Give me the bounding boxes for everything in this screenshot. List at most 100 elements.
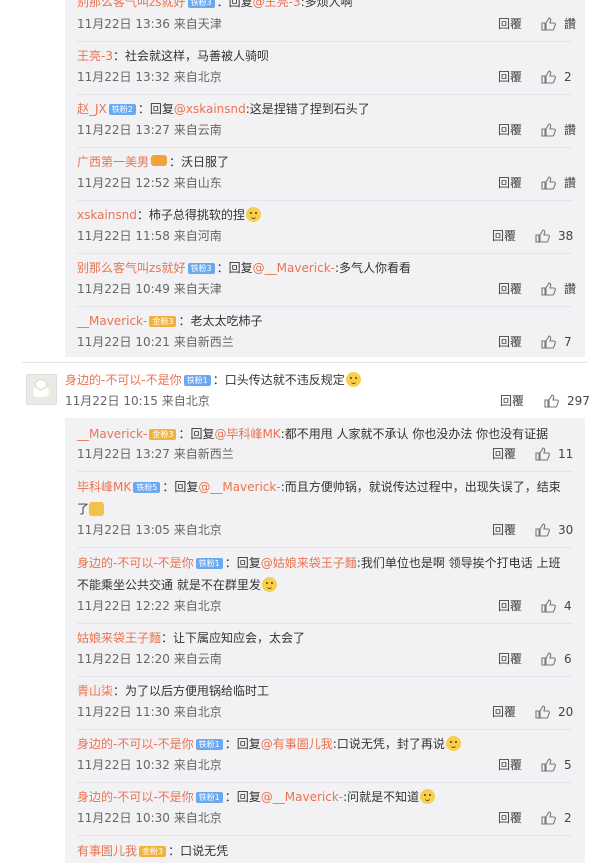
like-button[interactable]: 讚 <box>541 281 576 297</box>
like-button[interactable]: 20 <box>535 704 573 720</box>
reply-text: :而且方便帅锅，就说传达过程中，出现失误了，结束 <box>280 480 561 494</box>
mention-link[interactable]: @__Maverick- <box>261 790 343 804</box>
mention-link[interactable]: @__Maverick- <box>198 480 280 494</box>
divider <box>77 676 572 677</box>
reply-button[interactable]: 回覆 <box>498 757 522 773</box>
like-button[interactable]: 5 <box>541 757 572 773</box>
like-button[interactable]: 11 <box>535 446 573 462</box>
username-link[interactable]: 别那么客气叫zs就好 <box>77 261 186 275</box>
divider <box>77 94 572 95</box>
divider <box>77 471 572 472</box>
like-button[interactable]: 2 <box>541 810 572 826</box>
thumb-up-icon <box>544 394 559 408</box>
thumb-up-icon <box>541 335 556 349</box>
reply-button[interactable]: 回覆 <box>492 228 516 244</box>
divider <box>77 547 572 548</box>
like-count: 6 <box>564 652 572 666</box>
fan-badge: 铁粉2 <box>108 104 136 115</box>
like-button[interactable]: 讚 <box>541 122 576 138</box>
mention-link[interactable]: @__Maverick- <box>253 261 335 275</box>
reply-button[interactable]: 回覆 <box>498 122 522 138</box>
reply-button[interactable]: 回覆 <box>498 175 522 191</box>
username-link[interactable]: 赵_JX <box>77 102 107 116</box>
timestamp: 11月22日 13:32 来自北京 <box>77 70 222 84</box>
username-link[interactable]: 青山柒 <box>77 684 113 698</box>
reply-button[interactable]: 回覆 <box>498 281 522 297</box>
like-button[interactable]: 4 <box>541 598 572 614</box>
mention-link[interactable]: @xskainsnd <box>174 102 246 116</box>
like-button[interactable]: 30 <box>535 522 573 538</box>
thumb-up-icon <box>535 229 550 243</box>
comment-text: xskainsnd：柿子总得挑软的捏 <box>77 207 261 223</box>
like-button[interactable]: 讚 <box>541 175 576 191</box>
timestamp: 11月22日 10:49 来自天津 <box>77 282 222 296</box>
username-link[interactable]: 身边的-不可以-不是你 <box>77 556 194 570</box>
comment-text: __Maverick- 金粉3 ：老太太吃柿子 <box>77 313 262 329</box>
like-button[interactable]: 6 <box>541 651 572 667</box>
username-link[interactable]: __Maverick- <box>77 314 147 328</box>
comment-text: 身边的-不可以-不是你 铁粉1 ：口头传达就不违反规定 <box>65 372 361 388</box>
username-link[interactable]: 身边的-不可以-不是你 <box>65 373 182 387</box>
reply-button[interactable]: 回覆 <box>498 598 522 614</box>
like-count: 11 <box>558 447 574 461</box>
mention-link[interactable]: @有事圄儿我 <box>261 737 333 751</box>
username-link[interactable]: 别那么客气叫zs就好 <box>77 0 186 9</box>
divider <box>77 253 572 254</box>
reply-text: :多烦人啊 <box>300 0 353 9</box>
thumb-up-icon <box>535 447 550 461</box>
like-count: 30 <box>558 523 574 537</box>
reply-text: ：柿子总得挑软的捏 <box>136 208 245 222</box>
reply-prefix: ：回复 <box>162 480 199 494</box>
avatar[interactable] <box>26 374 57 405</box>
mention-link[interactable]: @王亮-3 <box>253 0 301 9</box>
comment-text: 别那么客气叫zs就好 铁粉3 ：回复@__Maverick-:多气人你看看 <box>77 260 411 276</box>
divider <box>77 147 572 148</box>
username-link[interactable]: 广西第一美男 <box>77 155 149 169</box>
reply-prefix: ：回复 <box>216 261 253 275</box>
comment-text: 别那么客气叫zs就好 铁粉3 ：回复@王亮-3:多烦人啊 <box>77 0 353 10</box>
like-button[interactable]: 297 <box>544 393 590 409</box>
username-link[interactable]: 毕科峰MK <box>77 480 131 494</box>
reply-button[interactable]: 回覆 <box>498 651 522 667</box>
timestamp: 11月22日 13:27 来自云南 <box>77 123 222 137</box>
like-count: 2 <box>564 811 572 825</box>
crown-icon <box>151 155 168 166</box>
reply-button[interactable]: 回覆 <box>500 393 524 409</box>
reply-text: :口说无凭，封了再说 <box>332 737 445 751</box>
reply-button[interactable]: 回覆 <box>492 446 516 462</box>
username-link[interactable]: 身边的-不可以-不是你 <box>77 790 194 804</box>
like-button[interactable]: 2 <box>541 69 572 85</box>
fan-badge: 金粉3 <box>149 316 177 327</box>
comment-text: 广西第一美男 ：沃日服了 <box>77 154 229 170</box>
comment-text: 毕科峰MK 铁粉5 ：回复@__Maverick-:而且方便帅锅，就说传达过程中，出… <box>77 479 561 495</box>
divider <box>77 306 572 307</box>
reply-button[interactable]: 回覆 <box>498 334 522 350</box>
reply-text: ：沃日服了 <box>169 155 230 169</box>
reply-button[interactable]: 回覆 <box>492 522 516 538</box>
comment-text: 王亮-3：社会就这样，马善被人骑呗 <box>77 48 269 64</box>
comment-text: 青山柒：为了以后方便甩锅给临时工 <box>77 683 269 699</box>
username-link[interactable]: xskainsnd <box>77 208 137 222</box>
mention-link[interactable]: @毕科峰MK <box>214 427 280 441</box>
comment-text: 赵_JX 铁粉2 ：回复@xskainsnd:这是捏错了捏到石头了 <box>77 101 370 117</box>
reply-text: 不能乘坐公共交通 就是不在群里发 <box>77 578 261 592</box>
thumb-up-icon <box>541 176 556 190</box>
like-button[interactable]: 讚 <box>541 16 576 32</box>
username-link[interactable]: 姑娘来袋王子麵 <box>77 631 161 645</box>
thumb-up-icon <box>541 652 556 666</box>
username-link[interactable]: 王亮-3 <box>77 49 113 63</box>
reply-button[interactable]: 回覆 <box>498 69 522 85</box>
comment-text: 身边的-不可以-不是你 铁粉1 ：回复@姑娘来袋王子麵:我们单位也是啊 领导挨个打电… <box>77 555 560 571</box>
reply-button[interactable]: 回覆 <box>492 704 516 720</box>
fan-badge: 铁粉1 <box>183 375 211 386</box>
reply-button[interactable]: 回覆 <box>498 810 522 826</box>
like-button[interactable]: 7 <box>541 334 572 350</box>
reply-button[interactable]: 回覆 <box>498 16 522 32</box>
username-link[interactable]: __Maverick- <box>77 427 147 441</box>
like-button[interactable]: 38 <box>535 228 573 244</box>
like-count: 20 <box>558 705 574 719</box>
username-link[interactable]: 身边的-不可以-不是你 <box>77 737 194 751</box>
thumb-up-icon <box>541 811 556 825</box>
mention-link[interactable]: @姑娘来袋王子麵 <box>261 556 357 570</box>
username-link[interactable]: 有事圄儿我 <box>77 844 137 858</box>
